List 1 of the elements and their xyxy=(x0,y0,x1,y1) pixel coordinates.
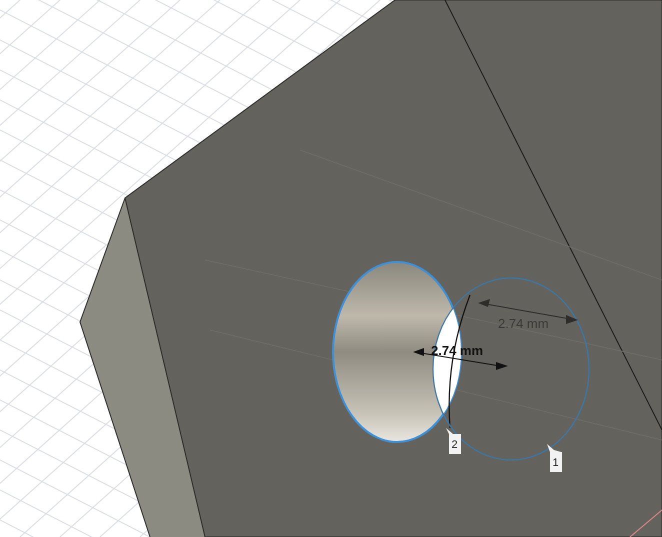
axis-line xyxy=(630,510,662,537)
